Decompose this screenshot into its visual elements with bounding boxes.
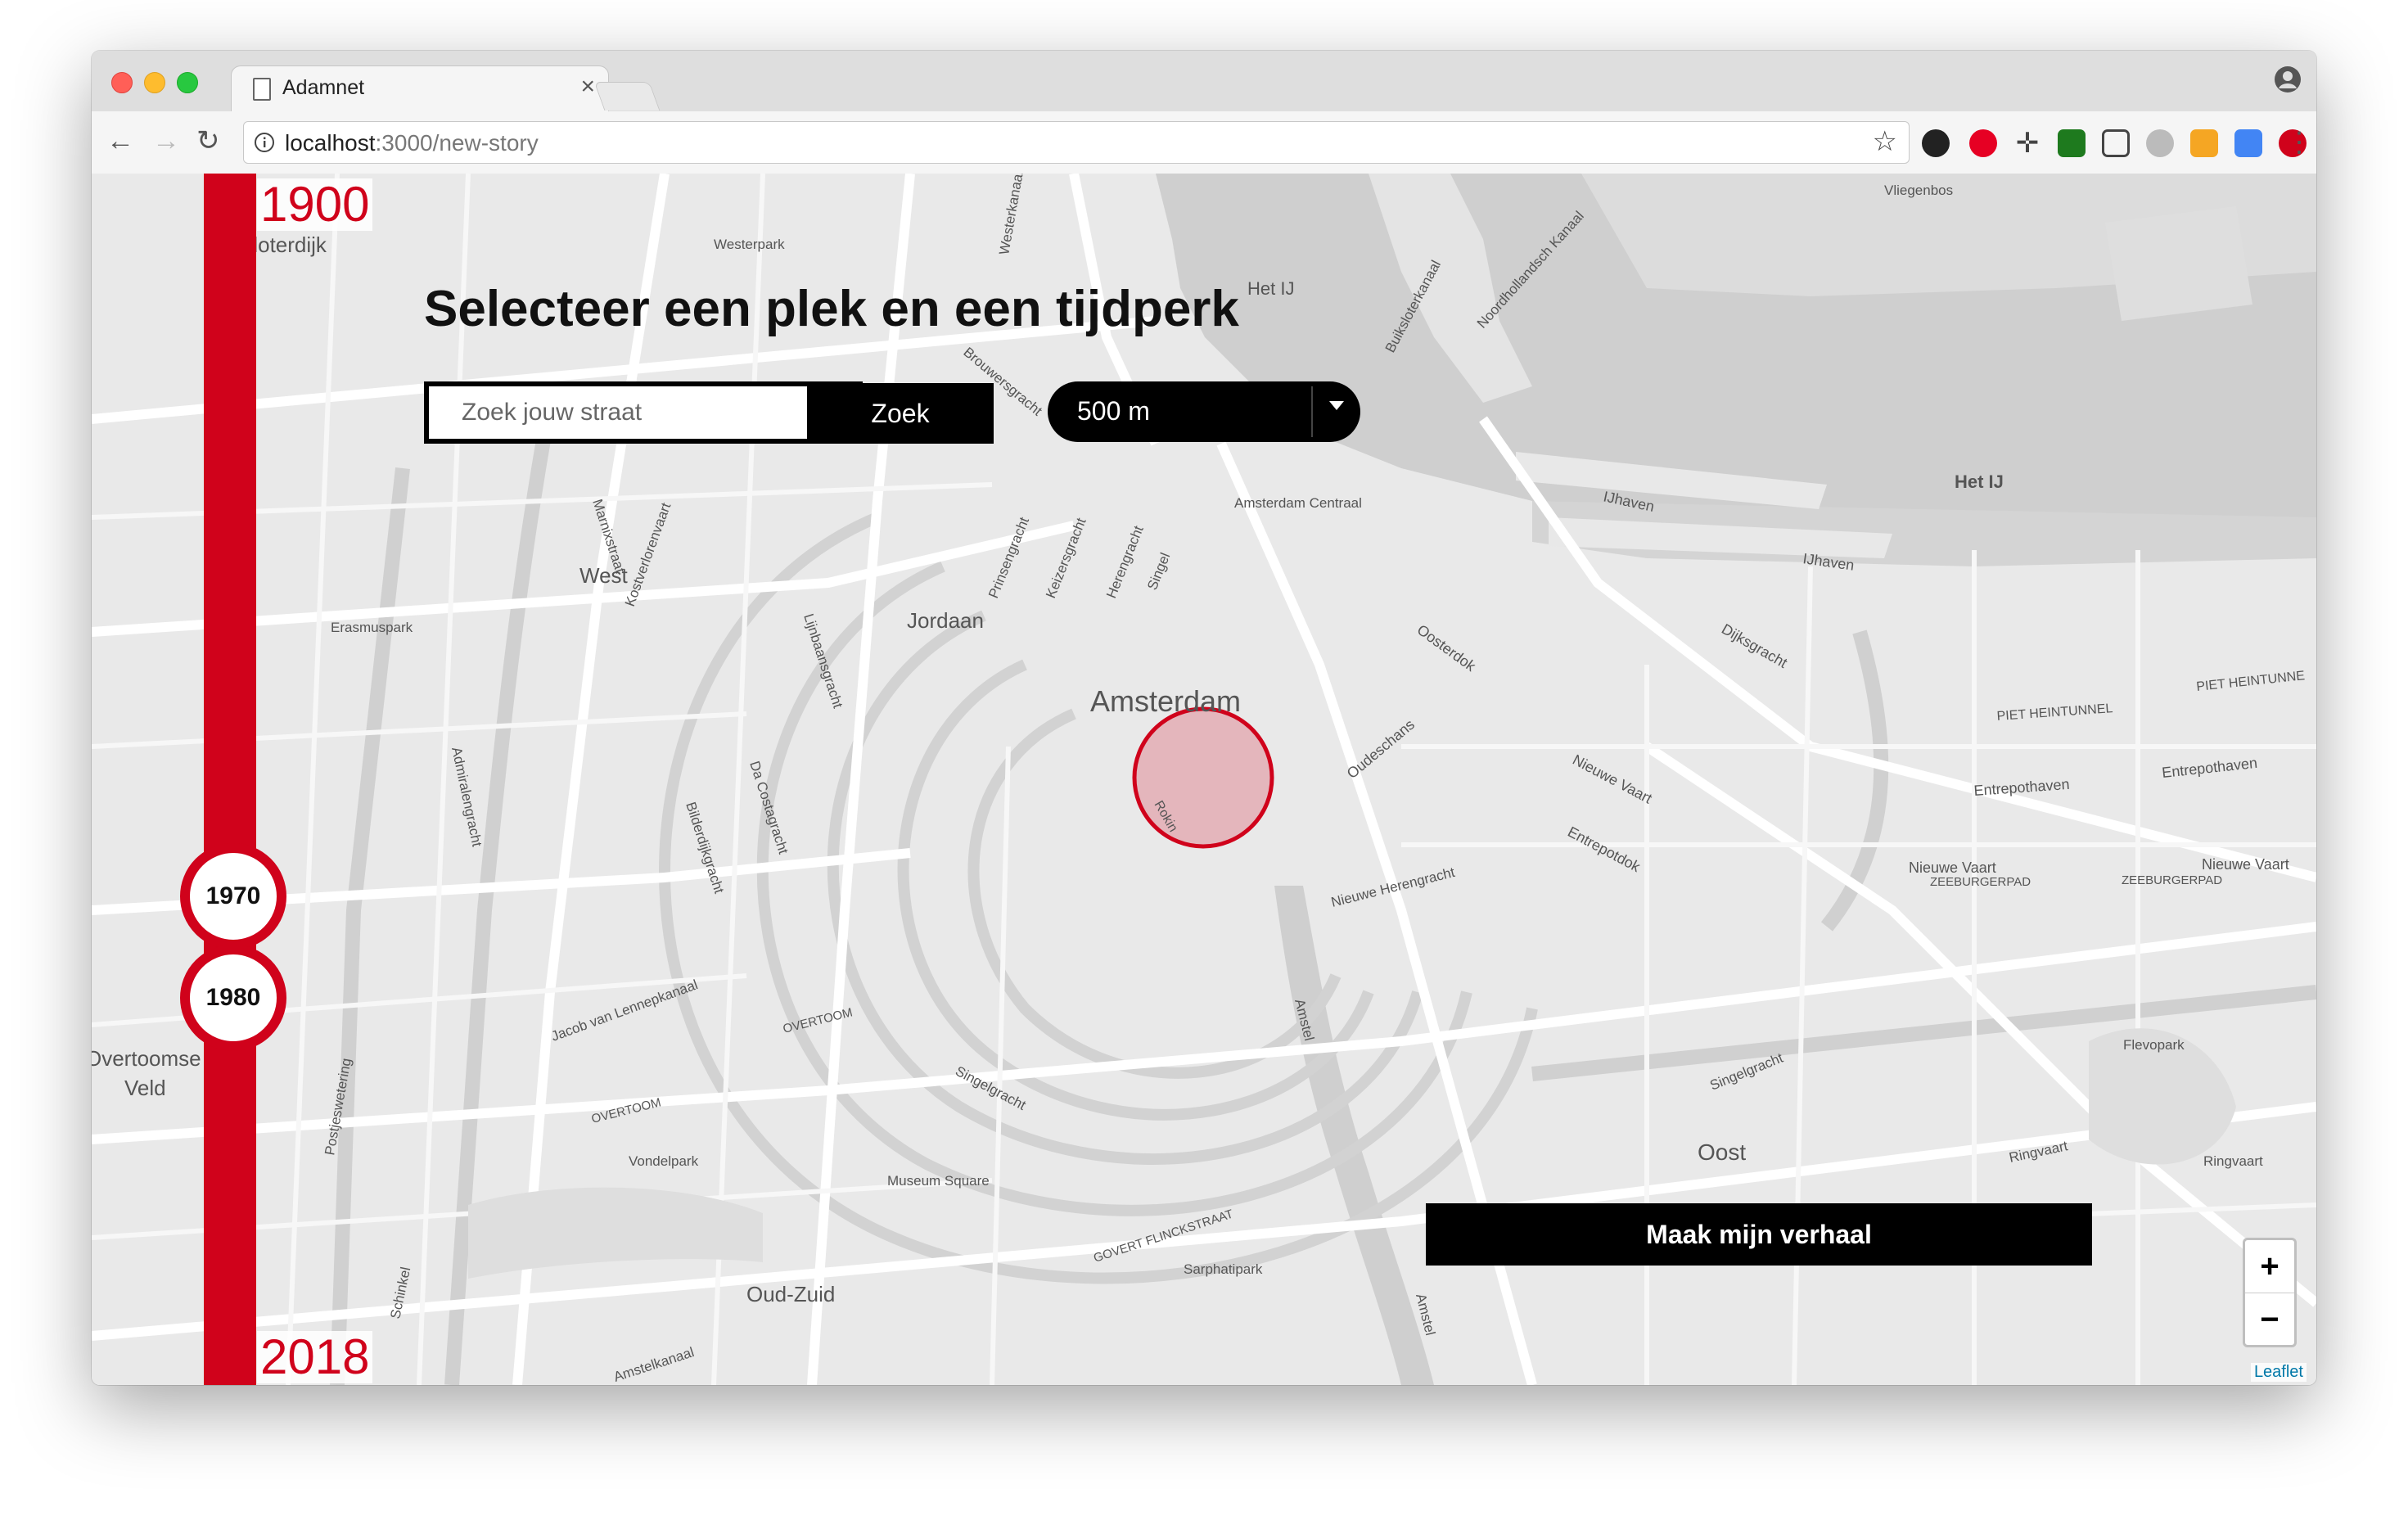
tab-title: Adamnet	[282, 76, 365, 99]
timeline-bar[interactable]	[204, 174, 256, 1385]
map-view[interactable]: Amsterdam Jordaan West Oost Oud-Zuid Het…	[92, 174, 2316, 1385]
map-label-westerpark: Westerpark	[714, 237, 785, 252]
camera-extension-icon[interactable]	[1922, 129, 1950, 157]
address-bar[interactable]: localhost:3000/new-story ☆	[243, 121, 1910, 164]
forward-icon[interactable]: →	[152, 124, 180, 157]
menu-dots-icon[interactable]: ⋮	[2285, 126, 2313, 159]
map-label-ringvaart2: Ringvaart	[2203, 1153, 2263, 1169]
info-icon[interactable]	[254, 132, 275, 153]
new-tab-button[interactable]	[593, 82, 661, 111]
tab-adamnet[interactable]: Adamnet ×	[231, 65, 609, 112]
map-label-nieuwe-vaart3: Nieuwe Vaart	[2202, 856, 2289, 873]
map-label-nieuwe-vaart2: Nieuwe Vaart	[1909, 860, 1996, 876]
map-label-oud-zuid: Oud-Zuid	[746, 1282, 835, 1306]
reload-icon[interactable]: ↻	[196, 124, 220, 157]
url-path: :3000/new-story	[375, 130, 539, 156]
map-label-vondelpark: Vondelpark	[629, 1153, 699, 1169]
tab-bar: Adamnet ×	[92, 51, 2316, 112]
browser-toolbar: ← → ↻ localhost:3000/new-story ☆ ✛ ⋮	[92, 111, 2316, 174]
url-host: localhost	[285, 130, 376, 156]
radius-select[interactable]: 500 m	[1048, 381, 1360, 442]
map-label-city: Amsterdam	[1090, 684, 1241, 718]
profile-icon[interactable]	[2274, 65, 2302, 93]
timeline-start-year: 1900	[257, 178, 373, 231]
move-extension-icon[interactable]: ✛	[2013, 129, 2041, 157]
chevron-down-icon[interactable]	[1329, 401, 1344, 410]
page-title: Selecteer een plek en een tijdperk	[424, 281, 1239, 337]
coupon-extension-icon[interactable]	[2190, 129, 2218, 157]
map-label-overtoomse-veld2: Veld	[124, 1076, 166, 1100]
map-label-het-ij-2: Het IJ	[1247, 278, 1294, 299]
timeline-end-year: 2018	[257, 1331, 373, 1383]
map-label-vliegenbos: Vliegenbos	[1884, 183, 1953, 198]
page-icon	[253, 78, 271, 101]
back-icon[interactable]: ←	[106, 124, 134, 157]
translate-extension-icon[interactable]	[2234, 129, 2262, 157]
radius-value: 500 m	[1077, 396, 1150, 426]
pinterest-extension-icon[interactable]	[1969, 129, 1997, 157]
map-label-jordaan: Jordaan	[907, 608, 984, 633]
map-label-amsterdam-centraal: Amsterdam Centraal	[1234, 495, 1362, 511]
map-label-sarphatipark: Sarphatipark	[1184, 1261, 1263, 1277]
zoom-out-button[interactable]: −	[2245, 1293, 2294, 1346]
map-label-zeeburgerpad1: ZEEBURGERPAD	[1930, 875, 2031, 889]
zoom-in-button[interactable]: +	[2245, 1240, 2294, 1293]
map-label-flevopark: Flevopark	[2123, 1037, 2185, 1053]
timeline-handle-to[interactable]: 1980	[180, 945, 286, 1051]
close-tab-icon[interactable]: ×	[580, 73, 595, 101]
maximize-window-button[interactable]	[177, 72, 198, 93]
skype-extension-icon[interactable]	[2146, 129, 2174, 157]
map-label-zeeburgerpad2: ZEEBURGERPAD	[2122, 873, 2222, 887]
map-label-overtoomse-veld1: Overtoomse	[92, 1046, 201, 1071]
make-story-button[interactable]: Maak mijn verhaal	[1426, 1203, 2092, 1266]
selection-area	[1132, 706, 1274, 849]
screenshot-extension-icon[interactable]	[2102, 129, 2130, 157]
minimize-window-button[interactable]	[144, 72, 165, 93]
map-label-museum-square: Museum Square	[887, 1173, 990, 1189]
timer-extension-icon[interactable]	[2058, 129, 2086, 157]
zoom-control: + −	[2243, 1238, 2297, 1347]
url-text: localhost:3000/new-story	[285, 130, 539, 156]
map-label-erasmuspark: Erasmuspark	[331, 620, 413, 635]
street-search-input[interactable]	[424, 381, 863, 444]
map-label-oost: Oost	[1698, 1139, 1746, 1165]
timeline-handle-from[interactable]: 1970	[180, 843, 286, 950]
map-attribution[interactable]: Leaflet	[2250, 1363, 2307, 1382]
search-button[interactable]: Zoek	[807, 383, 994, 444]
radius-divider	[1311, 386, 1313, 437]
map-label-het-ij: Het IJ	[1955, 471, 2004, 492]
close-window-button[interactable]	[111, 72, 133, 93]
bookmark-star-icon[interactable]: ☆	[1873, 125, 1897, 158]
browser-window: Adamnet × ← → ↻ localhost:3000/new-story…	[92, 51, 2316, 1385]
